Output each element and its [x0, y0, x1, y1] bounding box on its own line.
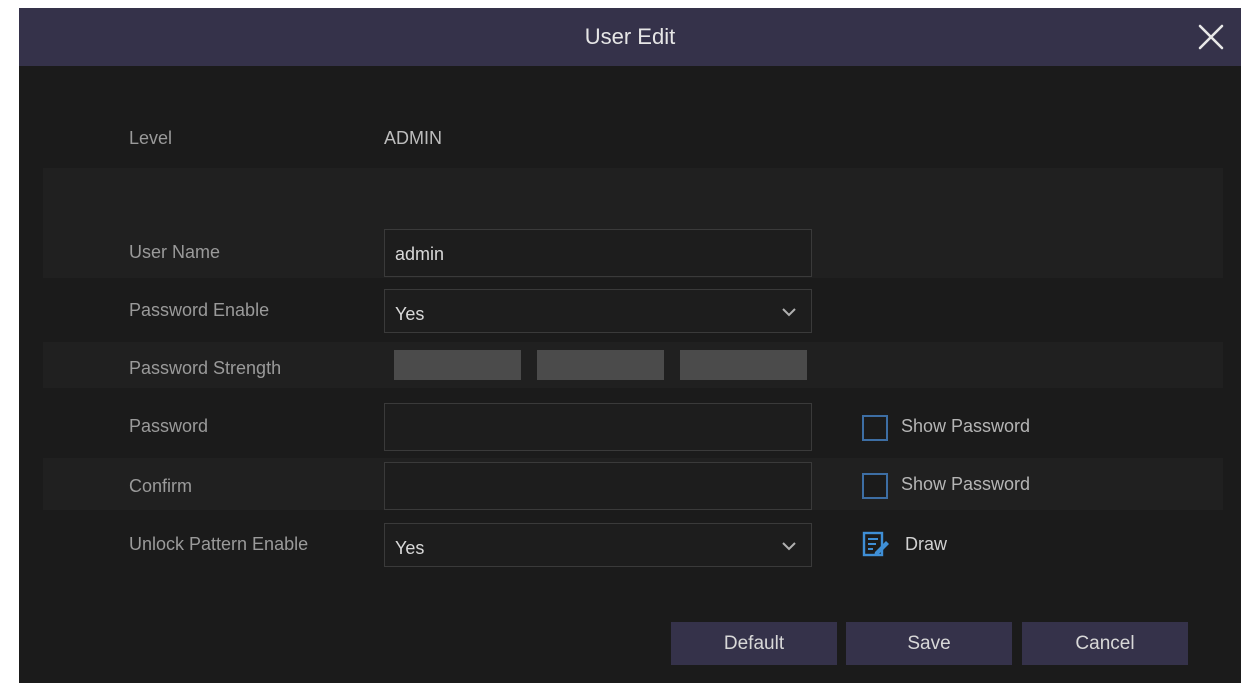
password-enable-label: Password Enable	[129, 300, 270, 320]
unlock-pattern-label: Unlock Pattern Enable	[129, 534, 309, 554]
dialog-titlebar: User Edit	[19, 8, 1241, 66]
confirm-label: Confirm	[129, 476, 193, 496]
password-strength-label: Password Strength	[129, 358, 282, 378]
user-name-label: User Name	[129, 242, 221, 262]
password-enable-value: Yes	[395, 304, 425, 324]
password-enable-select[interactable]: Yes	[384, 289, 812, 333]
chevron-down-icon	[781, 541, 797, 551]
unlock-pattern-select[interactable]: Yes	[384, 523, 812, 567]
pattern-draw-icon[interactable]	[862, 530, 890, 558]
unlock-pattern-value: Yes	[395, 538, 425, 558]
default-button[interactable]: Default	[671, 622, 837, 665]
show-confirm-password-label: Show Password	[901, 474, 1031, 494]
password-input[interactable]	[384, 403, 812, 451]
dialog-title: User Edit	[584, 24, 676, 49]
level-value: ADMIN	[384, 128, 442, 148]
save-button[interactable]: Save	[846, 622, 1012, 665]
user-edit-dialog: User Edit Level ADMIN User Name admin Pa…	[19, 8, 1241, 683]
password-label: Password	[129, 416, 209, 436]
chevron-down-icon	[781, 307, 797, 317]
strength-bar-1	[394, 350, 521, 380]
strength-bar-3	[680, 350, 807, 380]
show-password-checkbox[interactable]	[862, 415, 888, 441]
strength-bar-2	[537, 350, 664, 380]
confirm-input[interactable]	[384, 462, 812, 510]
draw-label[interactable]: Draw	[905, 534, 947, 555]
cancel-button[interactable]: Cancel	[1022, 622, 1188, 665]
show-password-label: Show Password	[901, 416, 1031, 436]
show-confirm-password-checkbox[interactable]	[862, 473, 888, 499]
user-name-value: admin	[395, 244, 445, 264]
level-label: Level	[129, 128, 173, 148]
user-name-input[interactable]: admin	[384, 229, 812, 277]
close-icon[interactable]	[1193, 19, 1229, 55]
